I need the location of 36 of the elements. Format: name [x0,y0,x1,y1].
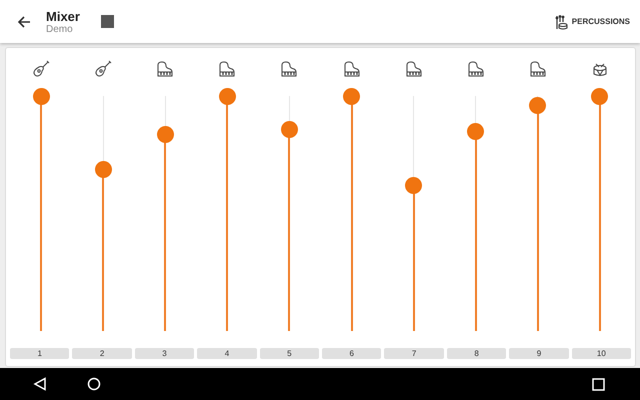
channel-button[interactable]: 6 [322,348,382,359]
slider-thumb[interactable] [94,160,112,178]
piano-icon [466,60,485,78]
screen-title: Mixer [46,8,80,24]
piano-icon [280,60,298,78]
piano-icon [156,60,174,78]
slider-thumb[interactable] [529,97,546,114]
piano-icon [218,60,236,78]
back-icon[interactable] [33,377,47,391]
slider-thumb[interactable] [218,88,236,105]
channel-button[interactable]: 7 [384,348,444,359]
percussions-button[interactable]: PERCUSSIONS [554,14,630,30]
piano-icon [528,60,547,78]
channel-button[interactable]: 5 [260,348,320,359]
piano-icon [404,60,423,78]
channel-button[interactable]: 3 [134,348,194,359]
slider-thumb[interactable] [405,177,422,194]
slider-thumb[interactable] [343,88,360,105]
slider-thumb[interactable] [467,123,484,140]
recents-icon[interactable] [592,378,605,390]
channel-button[interactable]: 10 [572,348,632,359]
stop-icon[interactable] [100,15,114,28]
slider-thumb[interactable] [591,88,608,105]
screen-subtitle: Demo [46,24,74,34]
channel-button[interactable]: 1 [10,348,70,359]
guitar-icon [32,60,50,78]
home-icon[interactable] [87,377,101,391]
guitar-icon [94,60,112,78]
channel-button[interactable]: 9 [509,348,569,359]
piano-icon [342,60,361,78]
channel-button[interactable]: 4 [197,348,257,359]
slider-thumb[interactable] [156,126,174,143]
slider-thumb[interactable] [32,88,50,105]
slider-thumb[interactable] [280,120,298,138]
channel-button[interactable]: 8 [446,348,506,359]
channel-button[interactable]: 2 [72,348,132,359]
